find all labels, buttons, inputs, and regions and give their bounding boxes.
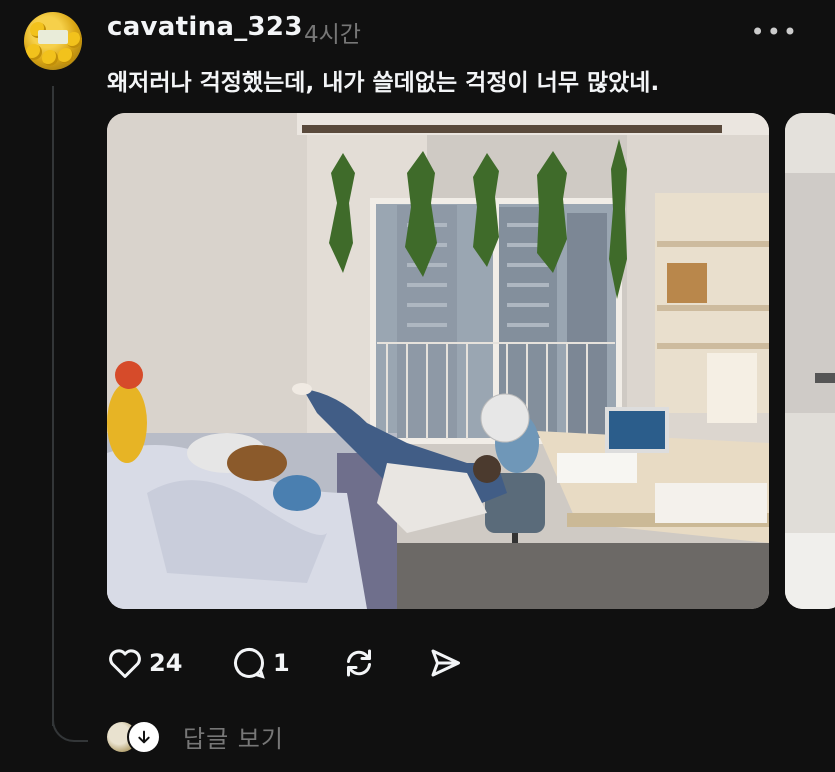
thread-line (52, 86, 54, 726)
author-avatar[interactable] (24, 12, 82, 70)
thread-line-curve (52, 700, 88, 742)
repost-button[interactable] (341, 645, 377, 681)
comment-icon (234, 647, 265, 679)
view-replies[interactable]: 답글 보기 (107, 719, 284, 754)
post-photo-second[interactable] (785, 113, 835, 609)
view-replies-label[interactable]: 답글 보기 (183, 719, 284, 754)
heart-icon (109, 649, 141, 678)
like-button[interactable]: 24 (107, 645, 182, 681)
post-photo[interactable] (107, 113, 769, 609)
repost-icon (347, 649, 371, 677)
more-options-icon[interactable]: ••• (751, 18, 799, 46)
reply-count: 1 (273, 649, 290, 677)
username[interactable]: cavatina_323 (107, 12, 303, 42)
like-count: 24 (149, 649, 183, 677)
post-text: 왜저러나 걱정했는데, 내가 쓸데없는 걱정이 너무 많았네. (107, 70, 660, 96)
send-icon (431, 649, 460, 677)
share-button[interactable] (427, 645, 463, 681)
reply-button[interactable]: 1 (231, 645, 290, 681)
post-time: 4시간 (304, 22, 361, 48)
arrow-down-icon (127, 719, 161, 754)
